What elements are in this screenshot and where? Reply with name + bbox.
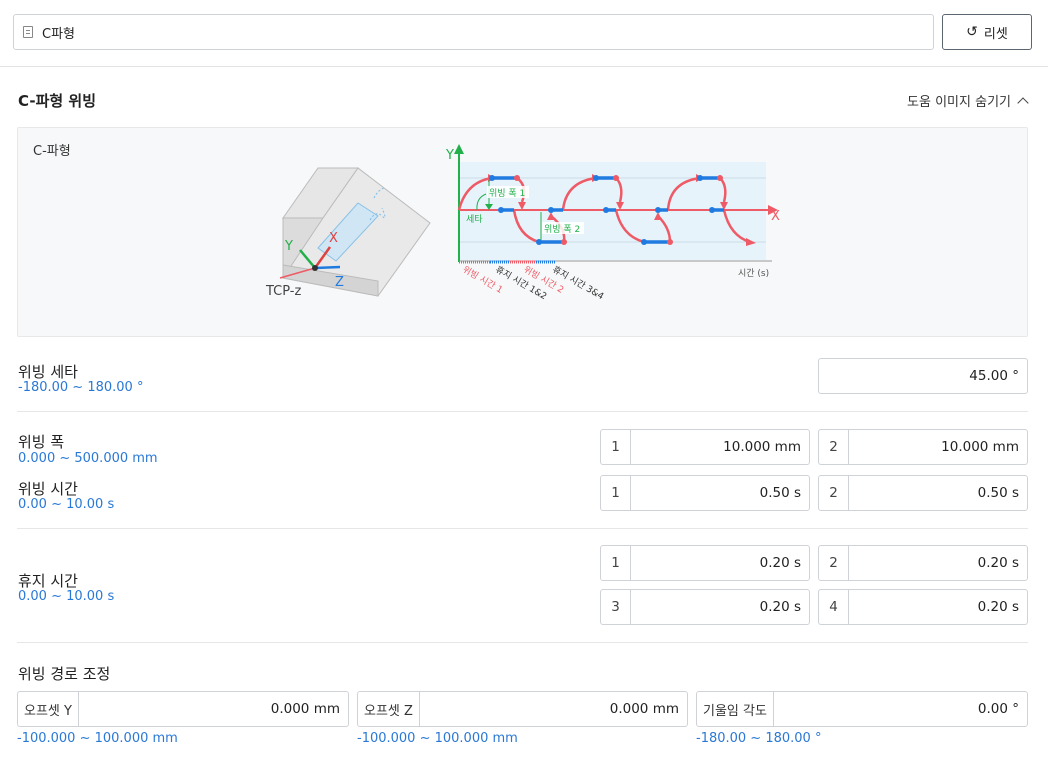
reset-button[interactable]: ↺ 리셋 <box>942 14 1032 50</box>
dwell-time-3-value: 0.20 s <box>759 599 801 615</box>
theta-label: 세타 <box>466 214 483 225</box>
weave-time-2-input[interactable]: 2 0.50 s <box>818 475 1028 511</box>
shape-name-field[interactable]: C파형 <box>13 14 934 50</box>
width-label: 위빙 폭 <box>18 433 65 451</box>
offset-z-range: -100.000 ~ 100.000 mm <box>357 731 518 746</box>
theta-input[interactable]: 45.00 ° <box>818 358 1028 394</box>
theta-label: 위빙 세타 <box>18 363 78 381</box>
weave-time-2-index: 2 <box>819 476 849 510</box>
width-range: 0.000 ~ 500.000 mm <box>18 451 158 466</box>
x-axis-label: X <box>771 209 780 224</box>
shape-name-value: C파형 <box>42 26 75 42</box>
weave-time-label: 위빙 시간 <box>18 480 78 498</box>
dwell-time-range: 0.00 ~ 10.00 s <box>18 589 115 604</box>
dwell-time-1-input[interactable]: 1 0.20 s <box>600 545 810 581</box>
divider <box>17 411 1028 412</box>
offset-y-range: -100.000 ~ 100.000 mm <box>17 731 178 746</box>
width-1-index: 1 <box>601 430 631 464</box>
offset-y-value: 0.000 mm <box>270 701 340 717</box>
path-adjust-label: 위빙 경로 조정 <box>18 665 111 683</box>
width1-label: 위빙 폭 1 <box>489 188 525 199</box>
dwell-time-1-value: 0.20 s <box>759 555 801 571</box>
dwell-time-2-index: 2 <box>819 546 849 580</box>
width-1-input[interactable]: 1 10.000 mm <box>600 429 810 465</box>
tilt-angle-value: 0.00 ° <box>977 701 1019 717</box>
dwell-time-1-index: 1 <box>601 546 631 580</box>
c-wave-diagram: Y X Z TCP-z Y 시간 (s) X 위빙 폭 1 위빙 폭 2 세타 … <box>265 144 780 302</box>
dwell-time-2-input[interactable]: 2 0.20 s <box>818 545 1028 581</box>
section-title: C-파형 위빙 <box>18 92 97 110</box>
width-2-value: 10.000 mm <box>941 439 1019 455</box>
dwell-time-3-input[interactable]: 3 0.20 s <box>600 589 810 625</box>
divider <box>17 528 1028 529</box>
help-image-panel: C-파형 Y X Z TCP-z Y 시간 (s) X 위빙 폭 1 위빙 폭 … <box>17 127 1028 337</box>
weave-time-1-value: 0.50 s <box>759 485 801 501</box>
time-axis-label: 시간 (s) <box>738 268 769 279</box>
reset-label: 리셋 <box>983 26 1008 42</box>
y-axis-label: Y <box>445 148 454 163</box>
axis-z-label: Z <box>335 275 344 290</box>
axis-x-label: X <box>329 231 338 246</box>
offset-z-value: 0.000 mm <box>609 701 679 717</box>
divider <box>17 642 1028 643</box>
weave-time-1-input[interactable]: 1 0.50 s <box>600 475 810 511</box>
weave-time-1-index: 1 <box>601 476 631 510</box>
dwell-time-4-value: 0.20 s <box>977 599 1019 615</box>
dwell-time-4-index: 4 <box>819 590 849 624</box>
document-icon <box>23 26 33 38</box>
width2-label: 위빙 폭 2 <box>544 224 580 235</box>
offset-y-prefix: 오프셋 Y <box>18 692 79 726</box>
help-toggle-label: 도움 이미지 숨기기 <box>907 95 1011 110</box>
theta-range: -180.00 ~ 180.00 ° <box>18 380 144 395</box>
weave-time-2-value: 0.50 s <box>977 485 1019 501</box>
tilt-angle-prefix: 기울임 각도 <box>697 692 774 726</box>
dwell-time-2-value: 0.20 s <box>977 555 1019 571</box>
offset-z-input[interactable]: 오프셋 Z 0.000 mm <box>357 691 688 727</box>
dwell-time-3-index: 3 <box>601 590 631 624</box>
weave-time-range: 0.00 ~ 10.00 s <box>18 497 115 512</box>
reset-icon: ↺ <box>966 24 978 40</box>
dwell-time-label: 휴지 시간 <box>18 572 78 590</box>
theta-value: 45.00 ° <box>969 368 1019 384</box>
top-bar: C파형 ↺ 리셋 <box>0 0 1048 67</box>
offset-y-input[interactable]: 오프셋 Y 0.000 mm <box>17 691 349 727</box>
axis-y-label: Y <box>284 239 293 254</box>
offset-z-prefix: 오프셋 Z <box>358 692 420 726</box>
help-image-toggle[interactable]: 도움 이미지 숨기기 <box>907 91 1029 110</box>
tcp-z-label: TCP-z <box>265 284 302 299</box>
width-2-index: 2 <box>819 430 849 464</box>
width-2-input[interactable]: 2 10.000 mm <box>818 429 1028 465</box>
width-1-value: 10.000 mm <box>723 439 801 455</box>
dwell-time-4-input[interactable]: 4 0.20 s <box>818 589 1028 625</box>
chevron-up-icon <box>1017 96 1029 109</box>
tilt-angle-input[interactable]: 기울임 각도 0.00 ° <box>696 691 1028 727</box>
tilt-angle-range: -180.00 ~ 180.00 ° <box>696 731 822 746</box>
workpiece-illustration <box>279 167 431 297</box>
